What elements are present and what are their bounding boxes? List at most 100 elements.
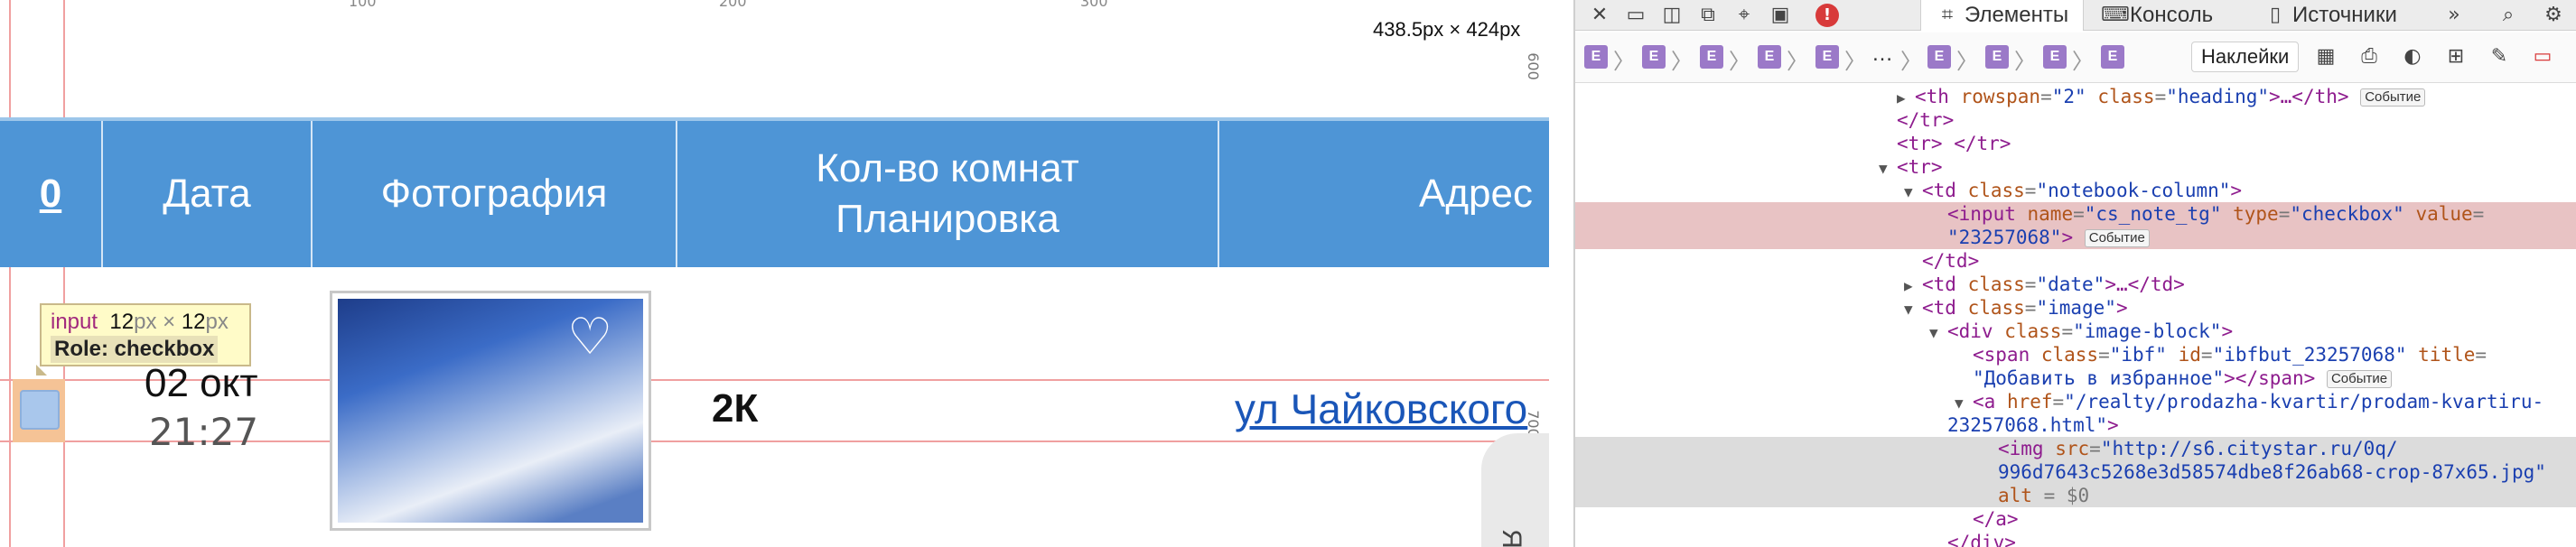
crosshair-icon[interactable]: ⌖ [1732, 0, 1756, 31]
elements-icon: ⌗ [1941, 4, 1954, 26]
collapse-triangle-icon[interactable]: ▼ [1929, 321, 1947, 345]
devtools-panel: ✕ ▭ ◫ ⧉ ⌖ ▣ ! ⌗ Элементы ⌨ Консоль ▯ Ист… [1573, 0, 2576, 547]
dom-node[interactable]: </tr> [1575, 108, 2576, 132]
breadcrumb-item[interactable]: E [1642, 45, 1666, 69]
scroll-widget[interactable]: Я [1481, 433, 1549, 547]
listing-photo: ♡ [338, 299, 643, 523]
more-tabs-icon[interactable]: » [2442, 0, 2466, 31]
dom-node[interactable]: <tr> </tr> [1575, 132, 2576, 155]
row-address-link[interactable]: ул Чайковского [1235, 385, 1527, 433]
dom-node[interactable]: </a> [1575, 507, 2576, 531]
device-icon[interactable]: ▣ [1769, 0, 1792, 31]
heart-icon[interactable]: ♡ [567, 311, 618, 362]
expand-triangle-icon[interactable]: ▶ [1897, 87, 1915, 110]
ruler-mark: 300 [1080, 0, 1108, 10]
print-icon[interactable]: ⎙ [2357, 45, 2381, 69]
notebook-checkbox[interactable] [20, 390, 60, 430]
grid-layout-icon[interactable]: ▦ [2314, 45, 2338, 69]
dom-node[interactable]: ▼ <div class="image-block"> [1575, 320, 2576, 343]
brush-icon[interactable]: ✎ [2487, 45, 2511, 69]
breadcrumb-item[interactable]: E [1815, 45, 1839, 69]
breadcrumb-item[interactable]: E [1700, 45, 1723, 69]
dom-node[interactable]: </td> [1575, 249, 2576, 273]
layout-grid-icon[interactable]: ⊞ [2444, 45, 2468, 69]
dom-node[interactable]: ▶ <td class="date">…</td> [1575, 273, 2576, 296]
row-rooms: 2К [712, 386, 759, 431]
inspector-tooltip: input 12px × 12px Role: checkbox [40, 303, 251, 366]
dock-red-icon[interactable]: ▭ [2531, 45, 2554, 69]
breadcrumb-item[interactable]: E [1927, 45, 1951, 69]
collapse-triangle-icon[interactable]: ▼ [1955, 392, 1973, 415]
scroll-widget-letter: Я [1496, 529, 1526, 547]
header-select-all-link[interactable]: 0 [0, 121, 103, 267]
element-size-label: 438.5px × 424px [1373, 18, 1521, 41]
collapse-triangle-icon[interactable]: ▼ [1879, 157, 1897, 181]
dom-node[interactable]: <span class="ibf" id="ibfbut_23257068" t… [1575, 343, 2576, 366]
breadcrumb-separator: 〉 [2014, 50, 2036, 74]
dom-node[interactable]: ▼ <a href="/realty/prodazha-kvartir/proda… [1575, 390, 2576, 413]
tooltip-tag: input [51, 310, 98, 334]
dock-side-icon[interactable]: ◫ [1660, 0, 1684, 31]
guide-line [63, 0, 65, 547]
dom-node-hover-cont[interactable]: 996d7643c5268e3d58574dbe8f26ab68-crop-87… [1575, 460, 2576, 484]
dom-node-selected[interactable]: <input name="cs_note_tg" type="checkbox"… [1575, 202, 2576, 226]
breadcrumb-separator: 〉 [1956, 50, 1978, 74]
tab-console[interactable]: ⌨ Консоль [2101, 0, 2213, 31]
dom-tree[interactable]: ▶ <th rowspan="2" class="heading">…</th> … [1575, 85, 2576, 547]
header-address[interactable]: Адрес [1219, 121, 1549, 267]
undock-icon[interactable]: ⧉ [1696, 0, 1720, 31]
dom-node[interactable]: </div> [1575, 531, 2576, 547]
breadcrumb-item[interactable]: E [1584, 45, 1608, 69]
dom-node[interactable]: ▼ <tr> [1575, 155, 2576, 179]
event-badge[interactable]: Событие [2360, 88, 2426, 107]
breadcrumb-separator: 〉 [1729, 50, 1750, 74]
dom-node-hover[interactable]: <img src="http://s6.citystar.ru/0q/ [1575, 437, 2576, 460]
event-badge[interactable]: Событие [2326, 370, 2393, 388]
tooltip-height: 12 [181, 310, 206, 334]
breadcrumb-separator: 〉 [1671, 50, 1693, 74]
breadcrumb-separator: 〉 [2072, 50, 2094, 74]
row-time: 21:27 [149, 410, 259, 454]
devtools-toolbar: ✕ ▭ ◫ ⧉ ⌖ ▣ ! ⌗ Элементы ⌨ Консоль ▯ Ист… [1575, 0, 2576, 31]
expand-triangle-icon[interactable]: ▶ [1904, 274, 1922, 298]
breadcrumb-item[interactable]: E [2101, 45, 2124, 69]
top-ruler: 100 200 300 [0, 0, 1549, 11]
dom-node[interactable]: ▼ <td class="image"> [1575, 296, 2576, 320]
stickers-button[interactable]: Наклейки [2191, 42, 2300, 72]
dom-node-cont[interactable]: "Добавить в избранное"></span> Событие [1575, 366, 2576, 390]
breadcrumb-item[interactable]: E [1985, 45, 2009, 69]
contrast-icon[interactable]: ◐ [2401, 45, 2424, 69]
tooltip-width: 12 [109, 310, 135, 334]
collapse-triangle-icon[interactable]: ▼ [1904, 181, 1922, 204]
collapse-triangle-icon[interactable]: ▼ [1904, 298, 1922, 321]
dom-node-selected-cont[interactable]: "23257068"> Событие [1575, 226, 2576, 249]
event-badge[interactable]: Событие [2084, 229, 2150, 247]
header-photo[interactable]: Фотография [313, 121, 677, 267]
ruler-side-mark: 600 [1525, 52, 1543, 80]
dock-bottom-icon[interactable]: ▭ [1624, 0, 1647, 31]
tab-elements[interactable]: ⌗ Элементы [1920, 0, 2085, 31]
screenshot: 100 200 300 600 700 438.5px × 424px 0 Да… [0, 0, 2576, 547]
header-date[interactable]: Дата [103, 121, 313, 267]
settings-icon[interactable]: ⚙ [2542, 0, 2565, 31]
ruler-mark: 100 [349, 0, 377, 10]
dom-node-hover-cont[interactable]: alt = $0 [1575, 484, 2576, 507]
tooltip-role: Role: checkbox [51, 336, 219, 363]
breadcrumb-item[interactable]: E [1758, 45, 1781, 69]
console-icon: ⌨ [2101, 4, 2130, 26]
document-icon: ▯ [2269, 4, 2282, 26]
breadcrumb-item[interactable]: E [2043, 45, 2067, 69]
tab-sources[interactable]: ▯ Источники [2263, 0, 2397, 31]
breadcrumb-ellipsis[interactable]: … [1871, 42, 1893, 67]
header-rooms-line1: Кол-во комнат [816, 146, 1079, 190]
search-icon[interactable]: ⌕ [2497, 0, 2520, 31]
dom-node-cont[interactable]: 23257068.html"> [1575, 413, 2576, 437]
page-viewport: 100 200 300 600 700 438.5px × 424px 0 Да… [0, 0, 1549, 547]
listing-photo-link[interactable]: ♡ [330, 291, 651, 531]
close-icon[interactable]: ✕ [1588, 0, 1611, 31]
error-icon[interactable]: ! [1815, 0, 1839, 31]
header-rooms[interactable]: Кол-во комнат Планировка [677, 121, 1219, 267]
dom-node[interactable]: ▼ <td class="notebook-column"> [1575, 179, 2576, 202]
row-date: 02 окт [145, 361, 258, 405]
dom-node[interactable]: ▶ <th rowspan="2" class="heading">…</th> … [1575, 85, 2576, 108]
